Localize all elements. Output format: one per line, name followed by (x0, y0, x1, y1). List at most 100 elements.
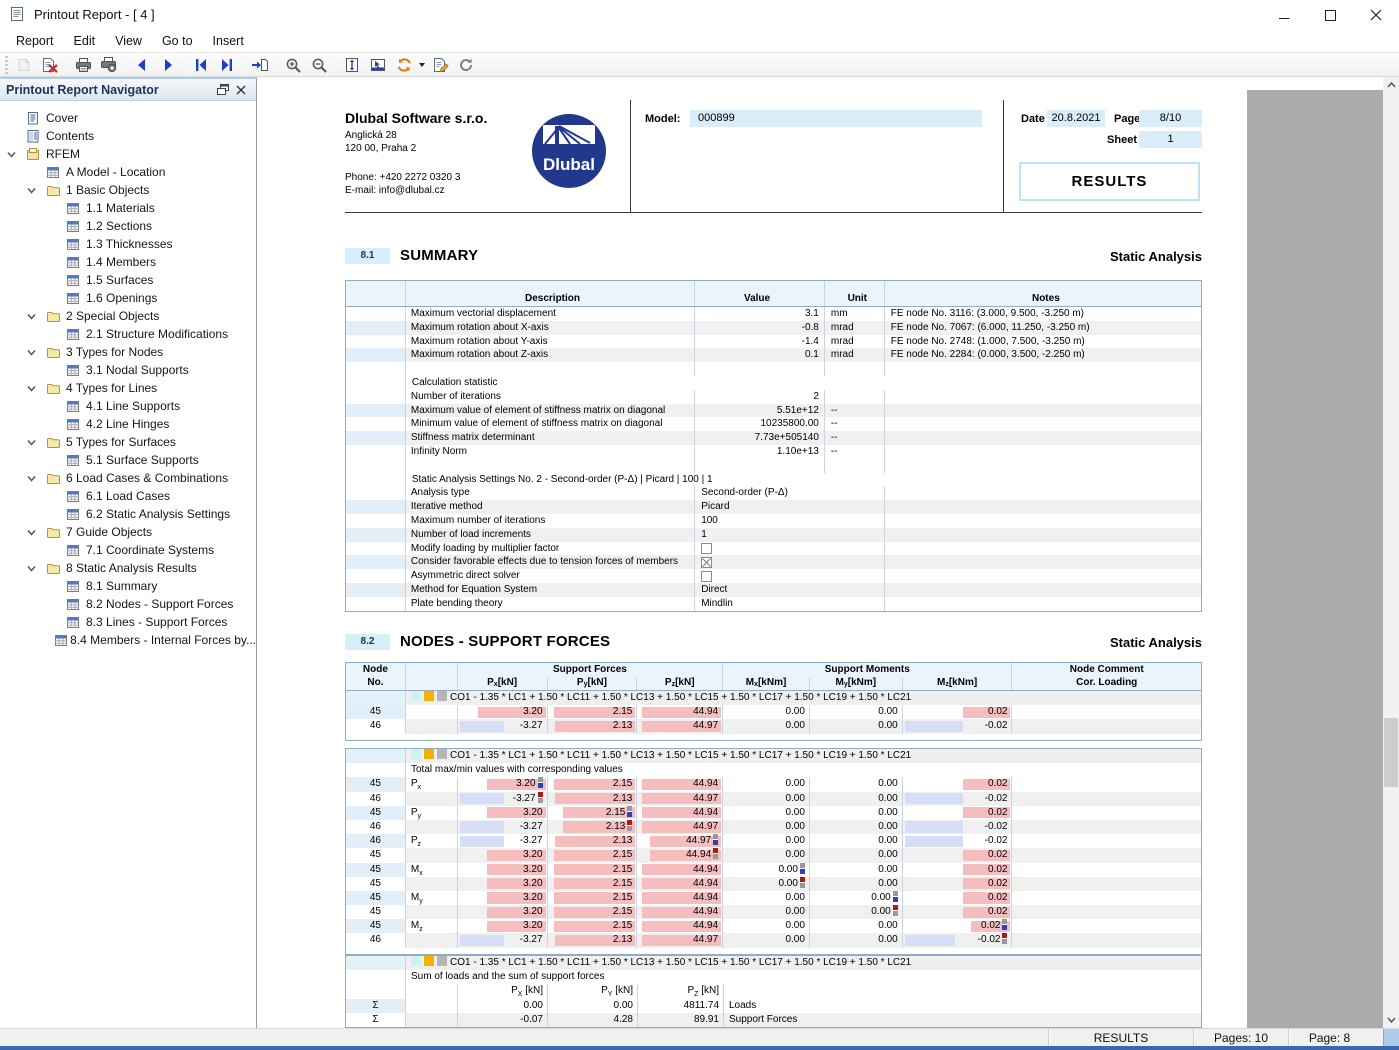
page-previous-icon[interactable] (129, 54, 155, 76)
legend-color-icon (424, 956, 434, 966)
chevron-expanded-icon[interactable] (26, 473, 46, 484)
table-row: 45 Mx 3.20 2.15 44.94 0.00 0.00 0.02 (346, 862, 1202, 877)
refresh-icon[interactable] (453, 54, 479, 76)
nodes-header-row-2: No. Px [kN] Py [kN] Pz [kN] Mx [kNm] My [kNm]… (346, 677, 1201, 691)
sync-dropdown-icon[interactable] (417, 54, 427, 76)
nav-item-8-2-nodes-support-forces[interactable]: 8.2 Nodes - Support Forces (0, 595, 256, 613)
scroll-up-icon[interactable] (1383, 77, 1399, 93)
value-bar (459, 793, 505, 805)
chevron-expanded-icon[interactable] (26, 563, 46, 574)
fit-width-icon[interactable] (365, 54, 391, 76)
description-cell: Maximum vectorial displacement (405, 307, 696, 321)
chevron-expanded-icon[interactable] (6, 149, 26, 160)
value-bar (459, 835, 505, 847)
nav-item-1-1-materials[interactable]: 1.1 Materials (0, 199, 256, 217)
value-text: 0.00 (785, 778, 805, 790)
nav-item-label: 6 Load Cases & Combinations (66, 471, 229, 485)
menu-view[interactable]: View (105, 32, 152, 50)
value-cell: 2.15 (547, 805, 638, 820)
nav-item-2-1-structure-modifications[interactable]: 2.1 Structure Modifications (0, 325, 256, 343)
vertical-scrollbar[interactable] (1383, 77, 1399, 1028)
nav-item-4-1-line-supports[interactable]: 4.1 Line Supports (0, 397, 256, 415)
close-button[interactable] (1353, 0, 1399, 30)
chevron-expanded-icon[interactable] (26, 383, 46, 394)
zoom-in-icon[interactable] (280, 54, 306, 76)
maximize-button[interactable] (1307, 0, 1353, 30)
nav-item-rfem[interactable]: RFEM (0, 145, 256, 163)
group-row-text: Static Analysis Settings No. 2 - Second-… (405, 472, 1201, 487)
print-settings-icon[interactable] (96, 54, 122, 76)
nav-item-8-4-members-internal-forces-by[interactable]: 8.4 Members - Internal Forces by... (0, 631, 256, 649)
max-marker-icon (713, 834, 719, 846)
nav-item-6-load-cases-combinations[interactable]: 6 Load Cases & Combinations (0, 469, 256, 487)
toolbar-drag-handle[interactable] (5, 55, 8, 74)
nav-item-1-2-sections[interactable]: 1.2 Sections (0, 217, 256, 235)
toolbar-separator (276, 55, 277, 74)
value-cell: 44.94 (637, 848, 724, 863)
menu-edit[interactable]: Edit (64, 32, 106, 50)
chevron-expanded-icon[interactable] (26, 527, 46, 538)
nodes-col-header (406, 663, 458, 677)
menu-insert[interactable]: Insert (203, 32, 254, 50)
toolbar-separator (125, 55, 126, 74)
section-8-2-title: NODES - SUPPORT FORCES (400, 633, 611, 650)
nav-item-7-1-coordinate-systems[interactable]: 7.1 Coordinate Systems (0, 541, 256, 559)
chevron-expanded-icon[interactable] (26, 185, 46, 196)
print-icon[interactable] (70, 54, 96, 76)
value-text: 4811.74 (683, 999, 719, 1011)
nav-item-6-2-static-analysis-settings[interactable]: 6.2 Static Analysis Settings (0, 505, 256, 523)
close-panel-icon[interactable] (232, 82, 250, 98)
company-address2: 120 00, Praha 2 (345, 143, 417, 154)
section-8-1-title: SUMMARY (400, 247, 479, 264)
nav-item-8-1-summary[interactable]: 8.1 Summary (0, 577, 256, 595)
remove-page-icon[interactable] (37, 54, 63, 76)
row-label-cell (346, 582, 406, 597)
edit-properties-icon[interactable] (427, 54, 453, 76)
nav-item-3-types-for-nodes[interactable]: 3 Types for Nodes (0, 343, 256, 361)
goto-page-icon[interactable] (247, 54, 273, 76)
combo-text: CO1 - 1.35 * LC1 + 1.50 * LC11 + 1.50 * … (450, 957, 912, 968)
nav-item-2-special-objects[interactable]: 2 Special Objects (0, 307, 256, 325)
value-cell: 2.13 (547, 933, 638, 948)
fit-height-icon[interactable] (339, 54, 365, 76)
zoom-out-icon[interactable] (306, 54, 332, 76)
nav-item-contents[interactable]: Contents (0, 127, 256, 145)
minimize-button[interactable] (1261, 0, 1307, 30)
nav-item-4-types-for-lines[interactable]: 4 Types for Lines (0, 379, 256, 397)
nav-item-3-1-nodal-supports[interactable]: 3.1 Nodal Supports (0, 361, 256, 379)
chevron-expanded-icon[interactable] (26, 347, 46, 358)
value-text: 0.02 (988, 806, 1008, 818)
open-report-icon[interactable] (11, 54, 37, 76)
nav-item-8-3-lines-support-forces[interactable]: 8.3 Lines - Support Forces (0, 613, 256, 631)
nav-item-5-1-surface-supports[interactable]: 5.1 Surface Supports (0, 451, 256, 469)
float-panel-icon[interactable] (214, 82, 232, 98)
description-cell: Stiffness matrix determinant (405, 431, 696, 445)
nav-item-1-3-thicknesses[interactable]: 1.3 Thicknesses (0, 235, 256, 253)
nav-item-a-model-location[interactable]: A Model - Location (0, 163, 256, 181)
scroll-down-icon[interactable] (1383, 1012, 1399, 1028)
nav-item-1-basic-objects[interactable]: 1 Basic Objects (0, 181, 256, 199)
menu-report[interactable]: Report (6, 32, 64, 50)
nav-item-1-5-surfaces[interactable]: 1.5 Surfaces (0, 271, 256, 289)
nav-item-8-static-analysis-results[interactable]: 8 Static Analysis Results (0, 559, 256, 577)
value-cell: 44.94 (637, 705, 724, 720)
nav-item-5-types-for-surfaces[interactable]: 5 Types for Surfaces (0, 433, 256, 451)
page-first-icon[interactable] (188, 54, 214, 76)
nav-item-7-guide-objects[interactable]: 7 Guide Objects (0, 523, 256, 541)
unit-cell: -- (824, 431, 885, 445)
page-next-icon[interactable] (155, 54, 181, 76)
chevron-expanded-icon[interactable] (26, 437, 46, 448)
menu-goto[interactable]: Go to (152, 32, 203, 50)
nav-item-cover[interactable]: Cover (0, 109, 256, 127)
scrollbar-thumb[interactable] (1384, 718, 1398, 787)
nav-item-4-2-line-hinges[interactable]: 4.2 Line Hinges (0, 415, 256, 433)
sync-icon[interactable] (391, 54, 417, 76)
notes-cell (884, 513, 1201, 528)
chevron-expanded-icon[interactable] (26, 311, 46, 322)
nav-item-1-6-openings[interactable]: 1.6 Openings (0, 289, 256, 307)
page-last-icon[interactable] (214, 54, 240, 76)
nav-item-1-4-members[interactable]: 1.4 Members (0, 253, 256, 271)
nav-item-6-1-load-cases[interactable]: 6.1 Load Cases (0, 487, 256, 505)
node-cell: 46 (346, 834, 406, 849)
nav-item-label: 5.1 Surface Supports (86, 453, 199, 467)
